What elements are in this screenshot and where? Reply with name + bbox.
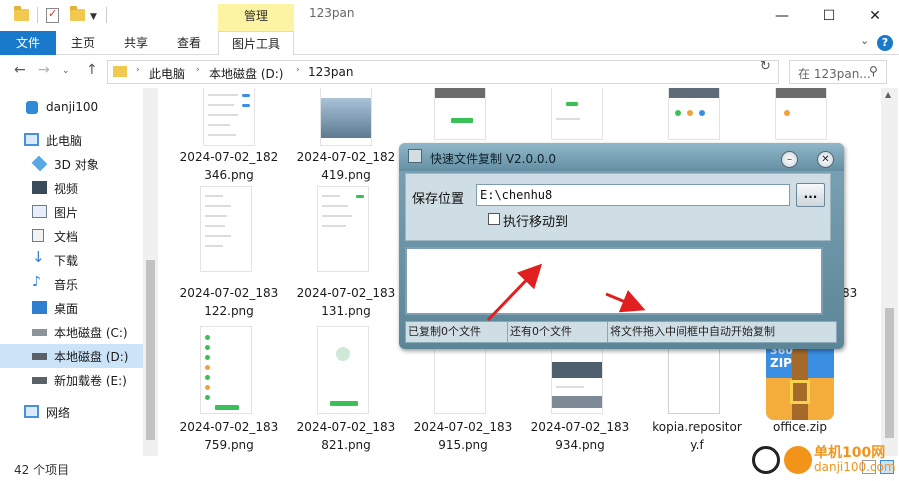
- watermark-text: danji100.com: [814, 460, 896, 474]
- watermark-logo: [784, 446, 812, 474]
- arrow-annotation: [486, 263, 543, 322]
- arrow-annotation: [605, 290, 646, 313]
- annotation-arrows: [486, 263, 646, 322]
- site-watermark: 单机100网 danji100.com: [752, 416, 899, 481]
- watermark-logo: [752, 446, 780, 474]
- watermark-text: 单机100网: [814, 445, 886, 461]
